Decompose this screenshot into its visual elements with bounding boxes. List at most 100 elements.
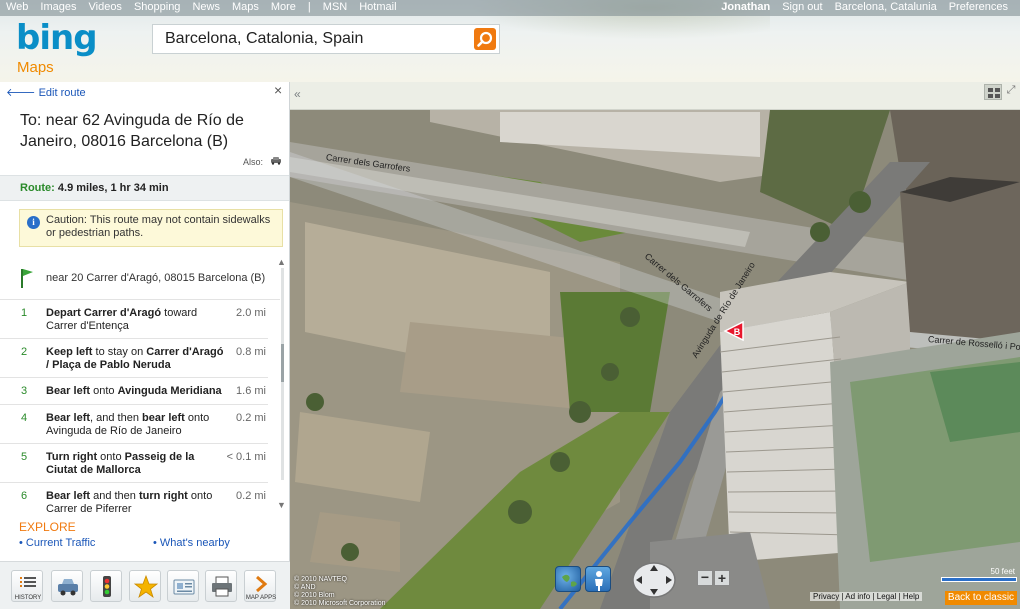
history-button[interactable]: HISTORY — [11, 570, 43, 602]
card-icon — [173, 579, 195, 595]
nav-link-images[interactable]: Images — [34, 1, 82, 13]
nav-link-msn[interactable]: MSN — [317, 1, 353, 13]
scroll-up-arrow[interactable]: ▲ — [277, 257, 286, 267]
nav-link-shopping[interactable]: Shopping — [128, 1, 187, 13]
search-box — [152, 24, 500, 54]
step-number: 4 — [21, 412, 28, 424]
scale-bar: 50 feet — [941, 567, 1017, 585]
map-apps-button[interactable]: MAP APPS — [244, 570, 276, 602]
step-instruction: Depart Carrer d'Aragó toward Carrer d'En… — [46, 307, 198, 332]
copyright-line: © 2010 Blom — [294, 592, 335, 599]
step-instruction: Turn right onto Passeig de la Ciutat de … — [46, 451, 195, 476]
chevron-right-icon — [256, 575, 268, 593]
car-mode-icon[interactable] — [270, 156, 282, 165]
edit-route-link[interactable]: 🡐 Edit route — [6, 85, 86, 99]
printer-icon — [212, 576, 232, 597]
route-value: 4.9 miles, 1 hr 34 min — [57, 182, 169, 194]
direction-step[interactable]: 6 Bear left and then turn right onto Car… — [0, 483, 268, 514]
directions-list: near 20 Carrer d'Aragó, 08015 Barcelona … — [0, 262, 290, 514]
scroll-down-arrow[interactable]: ▼ — [277, 500, 286, 510]
destination-title: To: near 62 Avinguda de Río de Janeiro, … — [20, 112, 244, 150]
copyright-line: © 2010 NAVTEQ — [294, 576, 347, 583]
nav-link-videos[interactable]: Videos — [83, 1, 128, 13]
nav-link-web[interactable]: Web — [0, 1, 34, 13]
expand-map-icon[interactable]: ⤢ — [1004, 84, 1018, 100]
route-label: Route: — [20, 182, 55, 194]
streetside-button[interactable] — [585, 566, 611, 592]
step-number: 6 — [21, 490, 28, 502]
destination-marker-b[interactable]: B — [723, 320, 745, 342]
map-style-button[interactable] — [984, 84, 1002, 100]
search-input[interactable] — [153, 25, 471, 53]
scrollbar-thumb[interactable] — [281, 344, 284, 382]
step-distance: 0.2 mi — [236, 490, 266, 502]
marker-label: B — [734, 327, 741, 337]
step-number: 1 — [21, 307, 28, 319]
favorites-button[interactable] — [129, 570, 161, 602]
copyright-line: © 2010 Microsoft Corporation — [294, 600, 386, 607]
search-button[interactable] — [474, 28, 496, 50]
grid-icon — [988, 88, 1000, 98]
collapse-panel-icon[interactable]: « — [294, 87, 301, 101]
top-navigation: Web Images Videos Shopping News Maps Mor… — [0, 0, 1020, 16]
nav-link-news[interactable]: News — [186, 1, 226, 13]
app-root: Web Images Videos Shopping News Maps Mor… — [0, 0, 1020, 609]
direction-step[interactable]: 1 Depart Carrer d'Aragó toward Carrer d'… — [0, 300, 268, 339]
edit-route-label: Edit route — [38, 87, 86, 99]
scale-bar-graphic — [941, 577, 1017, 582]
route-summary: Route: 4.9 miles, 1 hr 34 min — [0, 175, 289, 201]
nav-divider: | — [307, 1, 311, 13]
close-panel-button[interactable]: × — [274, 82, 282, 98]
print-button[interactable] — [205, 570, 237, 602]
sign-out-link[interactable]: Sign out — [776, 1, 828, 13]
scale-label: 50 feet — [990, 567, 1015, 576]
globe-icon — [562, 574, 577, 587]
map-footer-links[interactable]: Privacy | Ad info | Legal | Help — [810, 592, 923, 601]
step-instruction: Bear left, and then bear left onto Aving… — [46, 412, 210, 437]
start-location[interactable]: near 20 Carrer d'Aragó, 08015 Barcelona … — [0, 262, 280, 300]
step-number: 5 — [21, 451, 28, 463]
map-apps-caption: MAP APPS — [245, 595, 277, 601]
step-distance: 0.2 mi — [236, 412, 266, 424]
step-distance: 2.0 mi — [236, 307, 266, 319]
business-card-button[interactable] — [167, 570, 199, 602]
nav-link-more[interactable]: More — [265, 1, 302, 13]
step-distance: 0.8 mi — [236, 346, 266, 358]
traffic-button[interactable] — [90, 570, 122, 602]
step-distance: < 0.1 mi — [226, 451, 266, 463]
back-to-classic-button[interactable]: Back to classic — [945, 591, 1017, 605]
nav-link-hotmail[interactable]: Hotmail — [353, 1, 402, 13]
caution-text: Caution: This route may not contain side… — [46, 214, 271, 239]
person-icon — [595, 571, 603, 591]
direction-step[interactable]: 3 Bear left onto Avinguda Meridiana 1.6 … — [0, 378, 268, 405]
history-icon — [20, 577, 36, 587]
map-view[interactable]: Carrer dels Garrofers Carrer dels Garrof… — [290, 82, 1020, 609]
direction-step[interactable]: 4 Bear left, and then bear left onto Avi… — [0, 405, 268, 444]
bing-logo[interactable]: bing — [16, 18, 98, 58]
start-flag-icon — [21, 269, 33, 288]
step-distance: 1.6 mi — [236, 385, 266, 397]
globe-view-button[interactable] — [555, 566, 581, 592]
nav-link-maps[interactable]: Maps — [226, 1, 265, 13]
compass-icon[interactable] — [631, 560, 677, 600]
step-instruction: Bear left onto Avinguda Meridiana — [46, 385, 222, 397]
driving-button[interactable] — [51, 570, 83, 602]
current-traffic-link[interactable]: • Current Traffic — [19, 537, 95, 549]
user-name[interactable]: Jonathan — [715, 1, 776, 13]
map-toolbar: « ⤢ — [290, 82, 1020, 110]
traffic-light-icon — [103, 576, 111, 597]
bottom-toolbar: HISTORY MAP APPS — [0, 561, 290, 609]
product-name: Maps — [17, 59, 54, 76]
star-icon — [133, 574, 159, 599]
preferences-link[interactable]: Preferences — [943, 1, 1014, 13]
direction-step[interactable]: 5 Turn right onto Passeig de la Ciutat d… — [0, 444, 268, 483]
info-icon: i — [27, 216, 40, 229]
top-nav-links: Web Images Videos Shopping News Maps Mor… — [0, 1, 403, 13]
zoom-in-button[interactable]: + — [714, 570, 730, 586]
car-icon — [58, 579, 78, 596]
whats-nearby-link[interactable]: • What's nearby — [153, 537, 230, 549]
zoom-out-button[interactable]: − — [697, 570, 713, 586]
location-link[interactable]: Barcelona, Catalunia — [829, 1, 943, 13]
top-nav-account: Jonathan Sign out Barcelona, Catalunia P… — [715, 1, 1014, 13]
direction-step[interactable]: 2 Keep left to stay on Carrer d'Aragó / … — [0, 339, 268, 378]
